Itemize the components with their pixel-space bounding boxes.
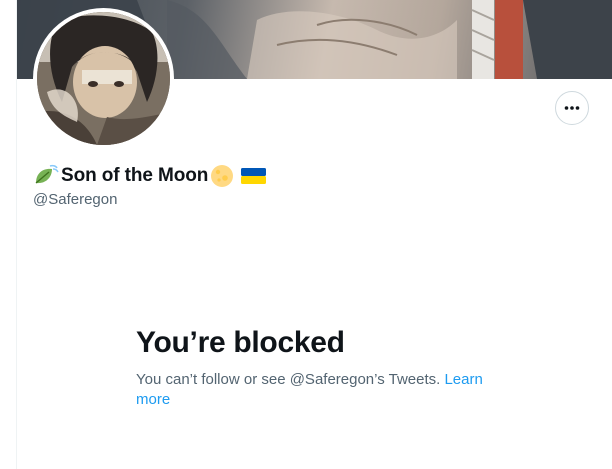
ukraine-flag-icon (241, 168, 267, 184)
more-horizontal-icon (564, 106, 580, 110)
display-name: Son of the Moon (61, 165, 209, 186)
blocked-description-text: You can’t follow or see @Saferegon’s Twe… (136, 371, 445, 388)
blocked-title: You’re blocked (136, 326, 345, 359)
more-options-button[interactable] (555, 91, 589, 125)
leaf-fluttering-in-wind-icon (35, 164, 59, 184)
profile-avatar-frame[interactable] (33, 8, 174, 149)
full-moon-icon (211, 165, 234, 187)
avatar-artwork (37, 12, 170, 145)
avatar[interactable] (37, 12, 170, 145)
profile-handle: @Saferegon (33, 191, 118, 208)
profile-name-row: Son of the Moon (33, 162, 267, 190)
profile-page: Son of the Moon @Saferegon You’re blocke… (0, 0, 612, 469)
blocked-description: You can’t follow or see @Saferegon’s Twe… (136, 370, 516, 410)
